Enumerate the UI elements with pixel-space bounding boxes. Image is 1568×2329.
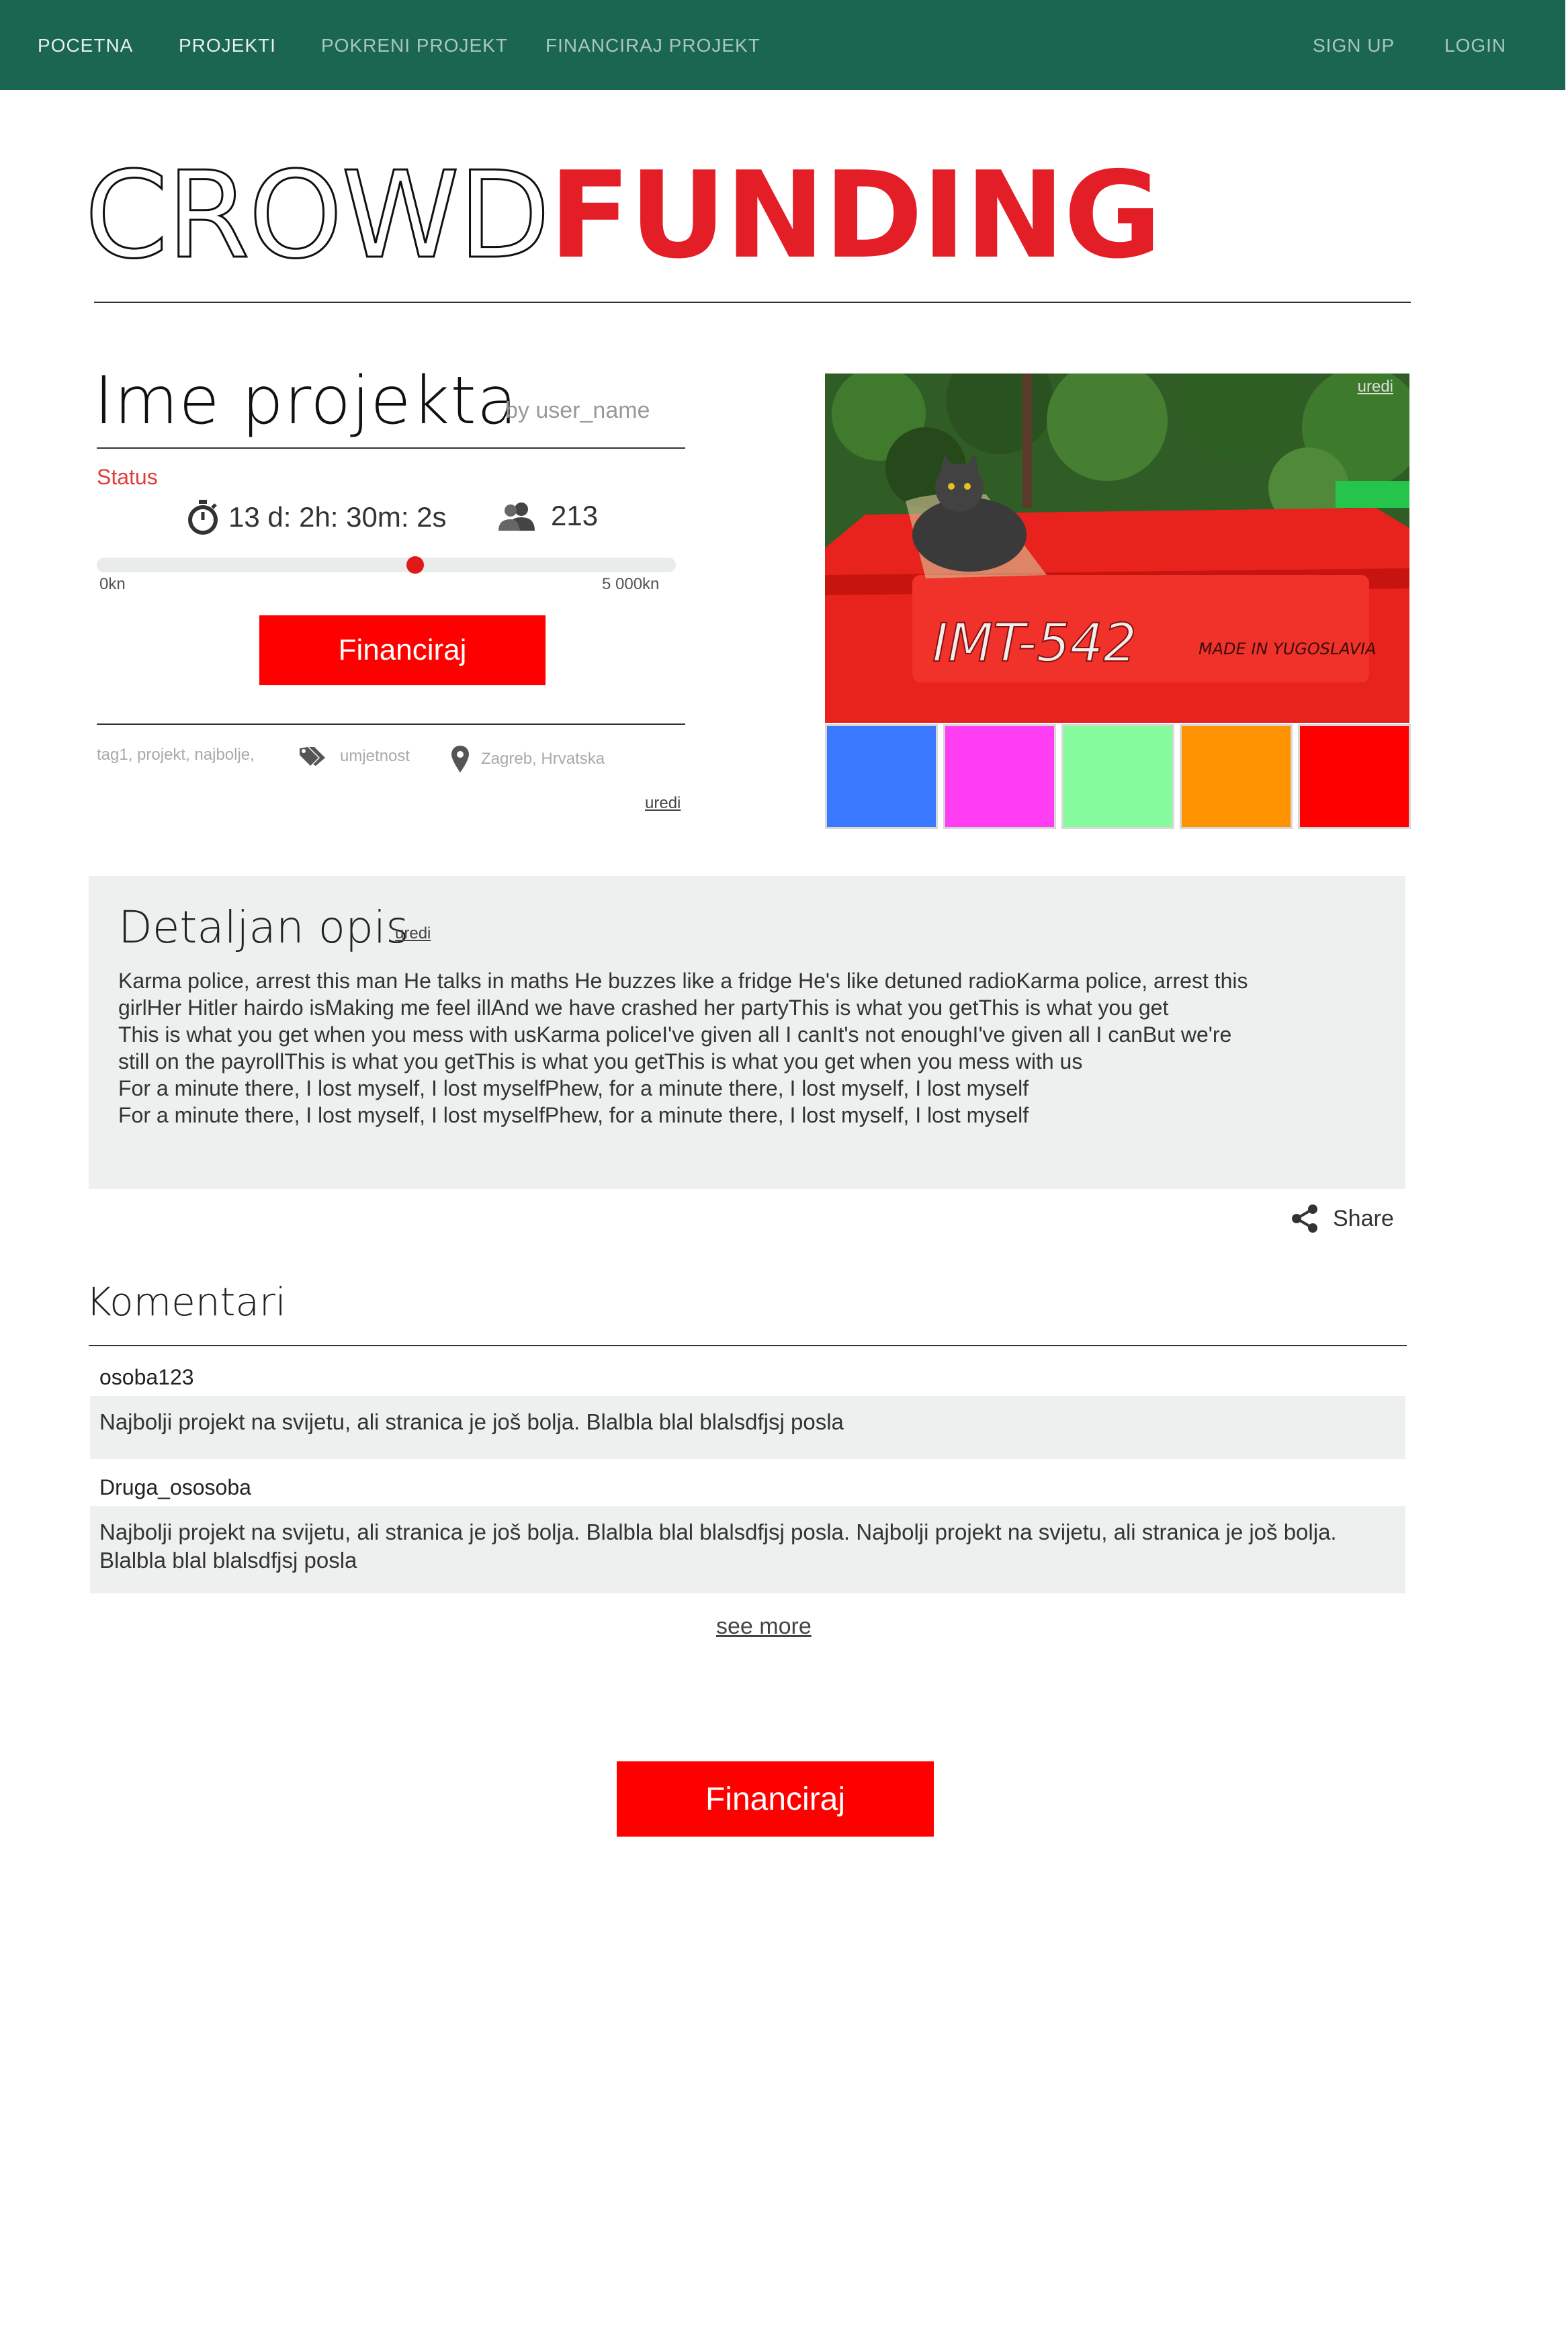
nav-projekti[interactable]: PROJEKTI: [179, 35, 276, 56]
location-pin-icon: [451, 746, 469, 773]
gallery-thumbnail[interactable]: [943, 724, 1056, 829]
project-author[interactable]: by user_name: [505, 398, 650, 424]
comment-body: Najbolji projekt na svijetu, ali stranic…: [90, 1506, 1405, 1593]
edit-project-info-link[interactable]: uredi: [645, 794, 681, 813]
gallery-thumbnail[interactable]: [1180, 724, 1293, 829]
fund-button-bottom[interactable]: Financiraj: [617, 1761, 934, 1837]
nav-financiraj-projekt[interactable]: FINANCIRAJ PROJEKT: [546, 35, 760, 56]
description-line: still on the payrollThis is what you get…: [118, 1049, 1083, 1073]
comments-divider: [89, 1345, 1407, 1346]
project-tags: tag1, projekt, najbolje,: [97, 746, 255, 764]
backers-count: 213: [498, 500, 598, 532]
top-nav: POCETNA PROJEKTI POKRENI PROJEKT FINANCI…: [0, 0, 1568, 90]
status-label: Status: [97, 465, 158, 489]
share-button[interactable]: Share: [1290, 1204, 1394, 1233]
comments-title: Komentari: [86, 1279, 286, 1325]
project-category: umjetnost: [300, 746, 410, 767]
users-icon: [498, 502, 535, 531]
logo-crowd: CROWD: [83, 146, 551, 285]
description-line: For a minute there, I lost myself, I los…: [118, 1076, 1029, 1100]
header-divider: [94, 302, 1411, 303]
description-line: This is what you get when you mess with …: [118, 1022, 1232, 1047]
edit-description-link[interactable]: uredi: [395, 924, 431, 943]
comment-author[interactable]: Druga_ososoba: [99, 1475, 251, 1500]
project-meta-divider: [97, 723, 685, 725]
project-main-image[interactable]: IMT-542 MADE IN YUGOSLAVIA uredi: [825, 373, 1409, 723]
location-text[interactable]: Zagreb, Hrvatska: [481, 750, 605, 768]
tags-text[interactable]: tag1, projekt, najbolje,: [97, 746, 255, 764]
description-body: Karma police, arrest this man He talks i…: [118, 967, 1381, 1129]
stopwatch-icon: [188, 500, 218, 535]
project-title: Ime projekta: [94, 363, 518, 439]
crowdfunding-logo[interactable]: CROWDFUNDING: [83, 155, 1162, 276]
comment-body: Najbolji projekt na svijetu, ali stranic…: [90, 1396, 1405, 1459]
backers-value: 213: [551, 500, 599, 531]
description-title: Detaljan opis: [118, 902, 409, 953]
project-photo: IMT-542 MADE IN YUGOSLAVIA: [825, 373, 1409, 723]
comment-author[interactable]: osoba123: [99, 1365, 194, 1390]
login-link[interactable]: LOGIN: [1444, 35, 1506, 56]
description-line: girlHer Hitler hairdo isMaking me feel i…: [118, 996, 1169, 1020]
progress-min-label: 0kn: [99, 575, 126, 593]
time-remaining: 13 d: 2h: 30m: 2s: [187, 500, 447, 535]
nav-pokreni-projekt[interactable]: POKRENI PROJEKT: [321, 35, 508, 56]
description-line: Karma police, arrest this man He talks i…: [118, 969, 1248, 993]
edit-gallery-link[interactable]: uredi: [1358, 378, 1393, 396]
funding-progress-knob[interactable]: [406, 556, 424, 574]
fund-button[interactable]: Financiraj: [259, 615, 546, 685]
svg-text:IMT-542: IMT-542: [932, 613, 1137, 674]
time-remaining-value: 13 d: 2h: 30m: 2s: [228, 501, 447, 533]
logo-funding: FUNDING: [549, 146, 1162, 285]
nav-divider: [1565, 0, 1568, 90]
description-line: For a minute there, I lost myself, I los…: [118, 1103, 1029, 1127]
gallery-thumbnail[interactable]: [1298, 724, 1411, 829]
funding-progress-bar[interactable]: [97, 556, 676, 574]
category-text[interactable]: umjetnost: [340, 747, 410, 766]
share-label: Share: [1333, 1205, 1394, 1231]
tags-icon: [300, 747, 325, 766]
svg-text:MADE IN YUGOSLAVIA: MADE IN YUGOSLAVIA: [1199, 640, 1377, 658]
project-title-divider: [97, 447, 685, 449]
project-location: Zagreb, Hrvatska: [451, 746, 605, 773]
see-more-link[interactable]: see more: [716, 1614, 812, 1640]
description-panel: Detaljan opis uredi Karma police, arrest…: [89, 876, 1405, 1189]
share-icon: [1292, 1204, 1317, 1233]
sign-up-link[interactable]: SIGN UP: [1313, 35, 1395, 56]
gallery-thumbnail[interactable]: [825, 724, 938, 829]
gallery-thumbnail[interactable]: [1061, 724, 1174, 829]
progress-max-label: 5 000kn: [602, 575, 660, 593]
nav-pocetna[interactable]: POCETNA: [38, 35, 133, 56]
